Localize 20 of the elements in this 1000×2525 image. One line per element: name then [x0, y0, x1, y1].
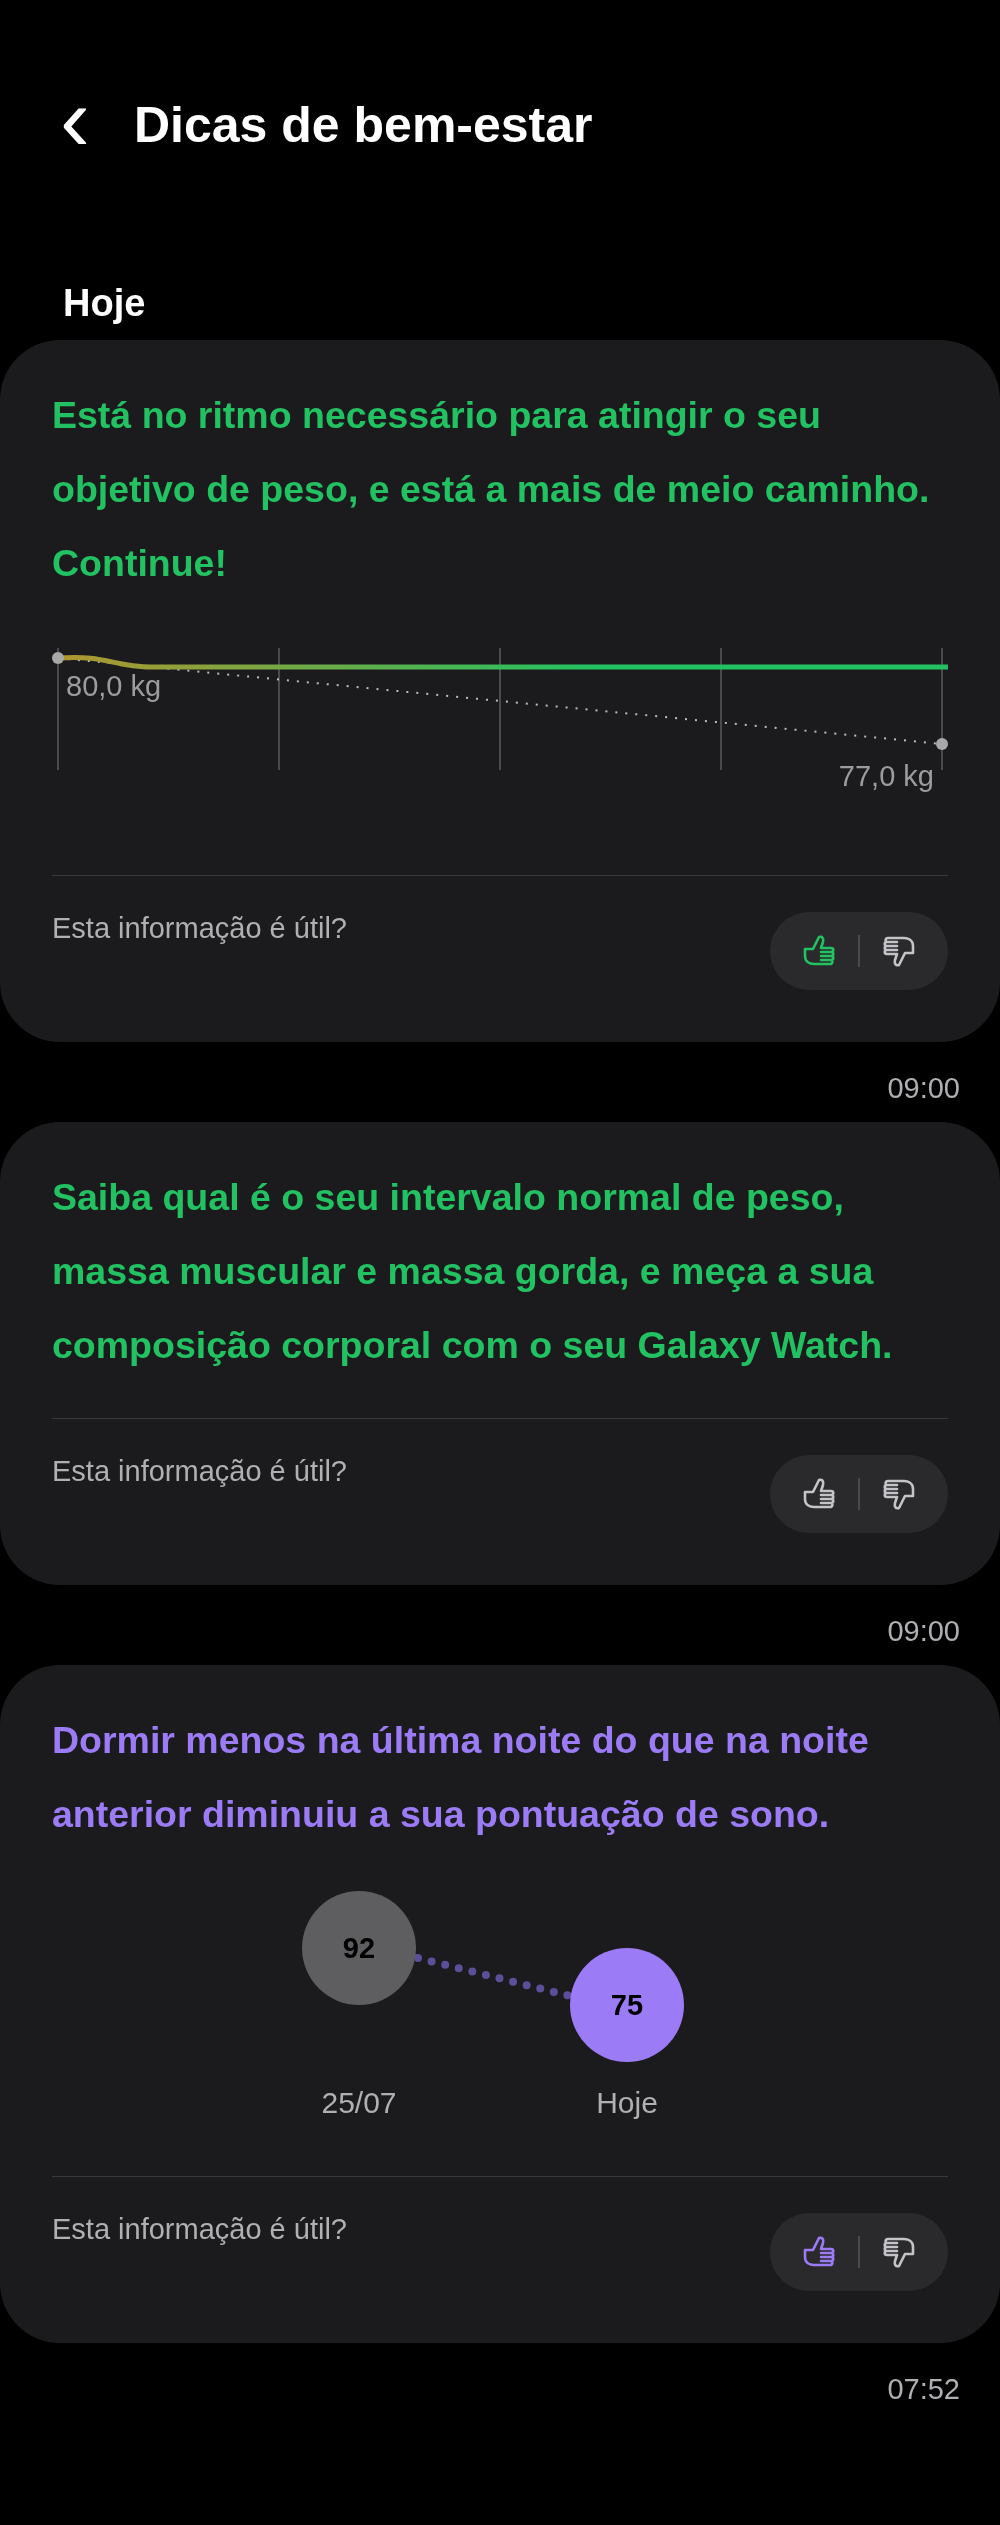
feedback-question: Esta informação é útil?: [52, 912, 347, 945]
sleep-score: 75: [570, 1948, 684, 2062]
timestamp: 07:52: [886, 2372, 961, 2407]
timestamp: 09:00: [886, 1614, 961, 1649]
tip-message: Está no ritmo necessário para atingir o seu objetivo de peso, e está a mais de meio caminho. Continue!: [52, 393, 931, 586]
section-heading: Hoje: [62, 281, 147, 326]
sleep-score: 92: [302, 1891, 416, 2005]
start-weight-label: 80,0 kg: [66, 670, 162, 703]
feedback-question: Esta informação é útil?: [52, 1455, 347, 1488]
page-title: Dicas de bem-estar: [134, 96, 593, 154]
timestamp: 09:00: [886, 1071, 961, 1106]
tip-message: Dormir menos na última noite do que na noite anterior diminuiu a sua pontuação de sono.: [52, 1718, 870, 1837]
goal-weight-label: 77,0 kg: [838, 760, 934, 793]
start-point: [52, 652, 64, 664]
back-button[interactable]: ‹: [60, 74, 90, 164]
tip-message: Saiba qual é o seu intervalo normal de peso, massa muscular e massa gorda, e meça a sua composição corporal com o seu Galaxy Watch.: [52, 1175, 894, 1368]
date-label: 25/07: [320, 2086, 398, 2120]
goal-point: [936, 738, 948, 750]
feedback-question: Esta informação é útil?: [52, 2213, 347, 2246]
date-label: Hoje: [595, 2086, 659, 2120]
